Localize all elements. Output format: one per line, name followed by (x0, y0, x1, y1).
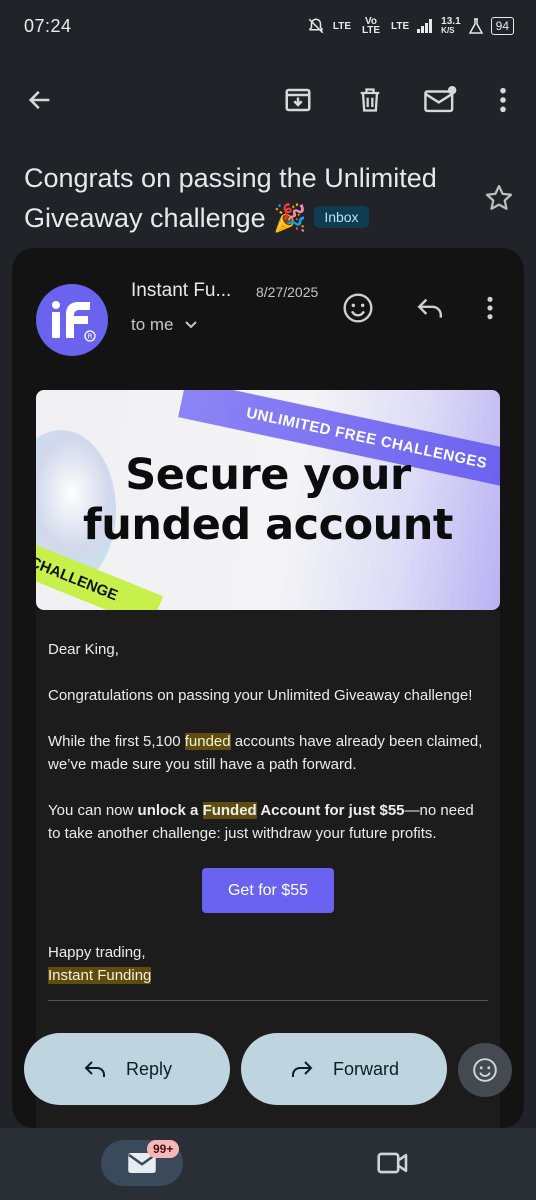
p3-bold-a: unlock a (137, 802, 203, 819)
more-vertical-icon (487, 296, 493, 320)
cta-container: Get for $55 (48, 868, 488, 913)
email-date: 8/27/2025 (256, 284, 319, 300)
p3-text-a: You can now (48, 802, 138, 819)
mail-unread-icon (424, 86, 457, 113)
svg-text:R: R (88, 333, 93, 341)
inbox-label[interactable]: Inbox (314, 205, 369, 228)
smiley-icon (343, 293, 373, 323)
net-speed: 13.1 K/S (441, 16, 461, 36)
promo-banner: UNLIMITED FREE CHALLENGES CHALLENGE Secu… (36, 390, 500, 610)
unread-count-badge: 99+ (147, 1140, 180, 1158)
archive-icon (285, 88, 311, 112)
greeting: Dear King, (48, 641, 119, 658)
network-type-1: LTE (332, 20, 352, 32)
highlight-funded-bold: Funded (202, 802, 257, 819)
arrow-left-icon (28, 90, 50, 110)
paragraph-claimed: While the first 5,100 funded accounts ha… (48, 730, 488, 776)
network-type-2: LTE (391, 20, 410, 32)
status-bar: 07:24 LTE Vo LTE LTE 13.1 K/S 94 (0, 0, 536, 52)
mark-unread-button[interactable] (422, 82, 458, 118)
sender-avatar[interactable]: R (36, 284, 108, 356)
party-popper-emoji: 🎉 (273, 203, 307, 233)
reply-pill-button[interactable]: Reply (24, 1033, 230, 1105)
reply-icon (417, 298, 442, 318)
banner-headline-line2: funded account (83, 500, 453, 550)
forward-label: Forward (332, 1058, 399, 1079)
reply-icon (84, 1061, 105, 1077)
trash-icon (360, 88, 380, 112)
message-more-button[interactable] (480, 288, 500, 328)
banner-headline: Secure your funded account (36, 450, 500, 550)
battery-icon: 94 (490, 17, 514, 35)
signoff: Happy trading, (48, 944, 146, 961)
email-card: R Instant Fu... 8/27/2025 to me UNLIMITE… (12, 248, 524, 1128)
signal-icon (417, 19, 433, 33)
react-emoji-button[interactable] (338, 288, 378, 328)
reply-button[interactable] (410, 288, 450, 328)
star-button[interactable] (484, 183, 514, 218)
reply-label: Reply (125, 1058, 173, 1079)
nav-meet-tab[interactable] (376, 1150, 410, 1181)
more-vertical-icon (500, 87, 506, 113)
paragraph-offer: You can now unlock a Funded Account for … (48, 799, 488, 845)
recipient-toggle[interactable]: to me (131, 315, 198, 335)
email-toolbar (0, 70, 536, 130)
smiley-icon (473, 1058, 497, 1082)
net-speed-value: 13.1 (441, 16, 461, 27)
divider (48, 1000, 488, 1001)
signature-link[interactable]: Instant Funding (48, 967, 152, 984)
back-button[interactable] (22, 82, 58, 118)
p2-text-a: While the first 5,100 (48, 733, 185, 750)
emoji-react-button[interactable] (458, 1043, 512, 1097)
instant-funding-logo-icon: R (52, 301, 96, 342)
bottom-nav: 99+ (0, 1128, 536, 1200)
star-icon (485, 185, 513, 210)
p3-bold-b: Account for just $55 (256, 802, 405, 819)
dnd-off-icon (308, 18, 324, 34)
delete-button[interactable] (352, 82, 388, 118)
video-camera-icon (377, 1152, 408, 1174)
clock: 07:24 (24, 15, 72, 36)
sender-name[interactable]: Instant Fu... (131, 280, 231, 302)
subject-text: Congrats on passing the Unlimited Giveaw… (24, 163, 437, 233)
email-subject: Congrats on passing the Unlimited Giveaw… (24, 158, 464, 238)
recipient-text: to me (131, 315, 174, 334)
forward-pill-button[interactable]: Forward (241, 1033, 447, 1105)
banner-headline-line1: Secure your (125, 450, 411, 500)
flask-icon (468, 18, 483, 34)
get-offer-button[interactable]: Get for $55 (201, 868, 335, 913)
forward-icon (291, 1061, 313, 1077)
archive-button[interactable] (280, 82, 316, 118)
more-options-button[interactable] (485, 82, 521, 118)
status-icons: LTE Vo LTE LTE 13.1 K/S 94 (307, 16, 514, 36)
highlight-funded: funded (184, 733, 231, 750)
paragraph-congrats: Congratulations on passing your Unlimite… (48, 687, 473, 704)
chevron-down-icon (185, 321, 197, 329)
net-speed-unit: K/S (441, 26, 455, 35)
volte-indicator: Vo LTE (361, 16, 381, 36)
